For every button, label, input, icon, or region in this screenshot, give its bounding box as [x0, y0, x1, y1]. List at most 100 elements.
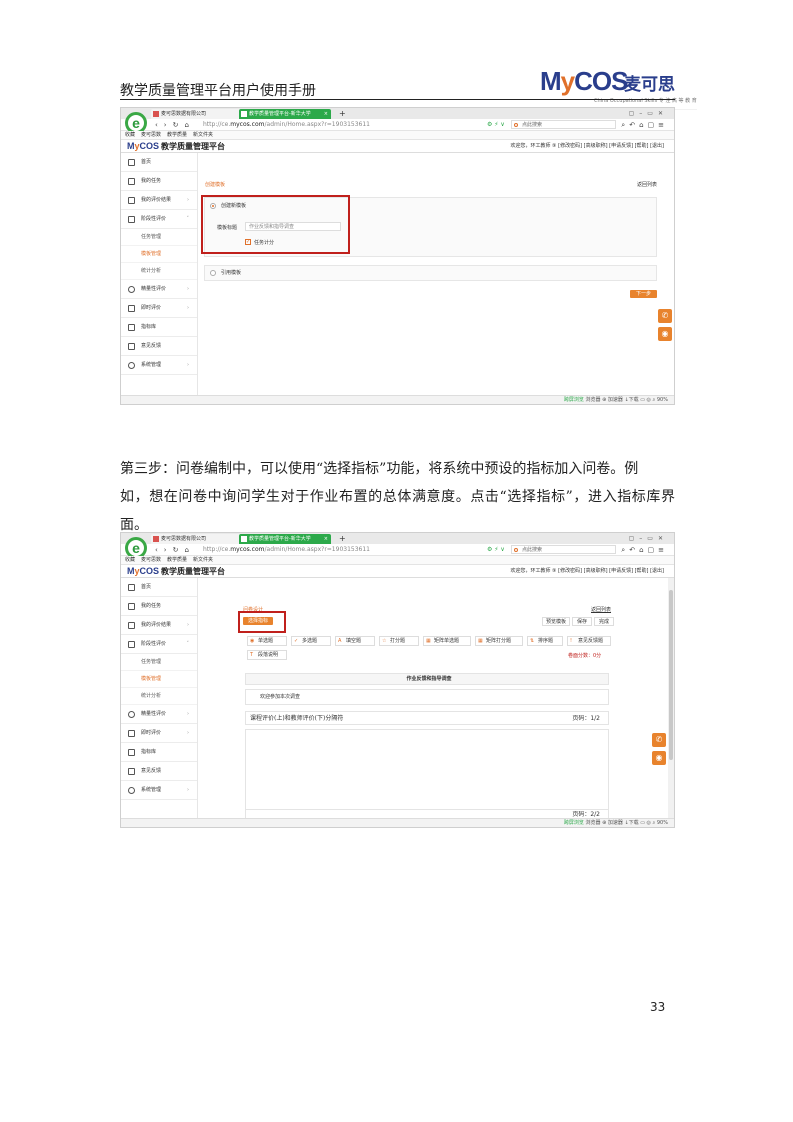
sidebar-sub-statistics[interactable]: 统计分析	[121, 688, 197, 705]
qtype-feedback[interactable]: ! 意见反馈题	[567, 636, 611, 646]
sidebar-item-system[interactable]: 系统管理 ›	[121, 781, 197, 800]
sidebar-item-system[interactable]: 系统管理 ›	[121, 356, 197, 375]
bookmark[interactable]: 麦可思数	[141, 557, 161, 563]
return-list-link[interactable]: 返回列表	[637, 181, 657, 188]
qtype-matrix-single[interactable]: ▦ 矩阵单选题	[423, 636, 471, 646]
browser-tab-2[interactable]: 教学质量管理平台-新华大学 ×	[239, 109, 331, 119]
sidebar-sub-task-mgmt[interactable]: 任务管理	[121, 229, 197, 246]
sidebar-item-indicators[interactable]: 指标库	[121, 318, 197, 337]
qtype-single[interactable]: ◉ 单选题	[247, 636, 287, 646]
tab-label: 教学质量管理平台-新华大学	[249, 111, 311, 117]
qtype-sort[interactable]: ⇅ 排序题	[527, 636, 563, 646]
phone-icon[interactable]: ✆	[652, 733, 666, 747]
new-tab-icon[interactable]: +	[339, 108, 346, 119]
browser-tab-2[interactable]: 教学质量管理平台-新华大学 ×	[239, 534, 331, 544]
window-controls[interactable]: ▢–▭✕	[629, 108, 668, 119]
toolbar-icons[interactable]: ⌕↶⌂▢≡	[621, 544, 668, 556]
bookmark[interactable]: 教学质量	[167, 132, 187, 138]
text-icon: T	[250, 652, 254, 658]
sidebar-item-feedback[interactable]: 意见反馈	[121, 762, 197, 781]
close-icon[interactable]: ×	[324, 534, 328, 544]
bookmark[interactable]: 新文件夹	[193, 557, 213, 563]
scrollbar-thumb[interactable]	[669, 590, 673, 760]
qtype-matrix-score[interactable]: ▦ 矩阵打分题	[475, 636, 523, 646]
qtype-multi[interactable]: ✓ 多选题	[291, 636, 331, 646]
page-indicator: 页码：1/2	[572, 715, 600, 722]
preview-button[interactable]: 预览模板	[542, 617, 570, 626]
browser-tab-1[interactable]: 麦可思数据有限公司×	[151, 109, 246, 119]
sidebar-item-precise-eval[interactable]: 精量性评价 ›	[121, 280, 197, 299]
bookmark[interactable]: 麦可思数	[141, 132, 161, 138]
user-icon	[128, 603, 135, 610]
search-input[interactable]: 点此搜索	[511, 120, 616, 129]
url-field[interactable]: http://ce.mycos.com/admin/Home.aspx?r=19…	[203, 544, 370, 556]
user-bar[interactable]: 欢迎您，环工教师 ⑨ [修改密码] [高级职称] [申请反馈] [帮助] [退出…	[510, 140, 664, 153]
tab-label: 教学质量管理平台-新华大学	[249, 536, 311, 542]
return-list-link[interactable]: 返回列表	[591, 606, 611, 613]
bookmark[interactable]: 教学质量	[167, 557, 187, 563]
sidebar-sub-template-mgmt[interactable]: 模板管理	[121, 671, 197, 688]
sidebar-item-home[interactable]: 首页	[121, 578, 197, 597]
qtype-paragraph[interactable]: T 段落说明	[247, 650, 287, 660]
bookmark[interactable]: 收藏	[125, 132, 135, 138]
sidebar-item-tasks[interactable]: 我的任务	[121, 172, 197, 191]
sidebar-item-results[interactable]: 我的评价结果 ›	[121, 191, 197, 210]
sidebar-sub-task-mgmt[interactable]: 任务管理	[121, 654, 197, 671]
welcome-row[interactable]: 欢迎参加本次调查	[245, 689, 609, 705]
chevron-right-icon: ›	[187, 197, 189, 203]
chat-icon[interactable]: ◉	[658, 327, 672, 341]
star-icon: ☆	[382, 638, 387, 644]
sidebar: 首页 我的任务 我的评价结果 › 阶段性评价 ˅ 任务管理 模板管理 统计分析 精量…	[121, 153, 198, 397]
sidebar-sub-template-mgmt[interactable]: 模板管理	[121, 246, 197, 263]
sidebar-item-indicators[interactable]: 指标库	[121, 743, 197, 762]
qtype-fill[interactable]: A 填空题	[335, 636, 375, 646]
scrollbar[interactable]	[668, 578, 674, 820]
nav-buttons[interactable]: ‹›↻⌂	[155, 544, 195, 556]
phone-icon[interactable]: ✆	[658, 309, 672, 323]
sidebar-item-precise-eval[interactable]: 精量性评价 ›	[121, 705, 197, 724]
save-button[interactable]: 保存	[572, 617, 592, 626]
new-tab-icon[interactable]: +	[339, 533, 346, 544]
speed-icons[interactable]: ⚙ ⚡ ∨	[487, 119, 505, 131]
sidebar-item-stage-eval[interactable]: 阶段性评价 ˅	[121, 635, 197, 654]
toolbar-icons[interactable]: ⌕↶⌂▢≡	[621, 119, 668, 131]
finish-button[interactable]: 完成	[594, 617, 614, 626]
sidebar-item-feedback[interactable]: 意见反馈	[121, 337, 197, 356]
chat-icon[interactable]: ◉	[652, 751, 666, 765]
browser-tab-1[interactable]: 麦可思数据有限公司×	[151, 534, 246, 544]
next-step-button[interactable]: 下一步	[630, 290, 657, 298]
sidebar-item-instant-eval[interactable]: 即时评价 ›	[121, 299, 197, 318]
matrix-icon: ▦	[426, 638, 431, 644]
nav-buttons[interactable]: ‹›↻⌂	[155, 119, 195, 131]
close-icon[interactable]: ×	[324, 109, 328, 119]
sidebar-item-home[interactable]: 首页	[121, 153, 197, 172]
sidebar-item-instant-eval[interactable]: 即时评价 ›	[121, 724, 197, 743]
fill-icon: A	[338, 638, 342, 644]
address-bar: ‹›↻⌂ http://ce.mycos.com/admin/Home.aspx…	[121, 119, 674, 131]
qtype-score[interactable]: ☆ 打分题	[379, 636, 419, 646]
status-bar: 跨屏浏览 浏览器 ⊕ 加速器 ↓下载 ▭ ◎ ⌕ 90%	[121, 395, 674, 404]
sidebar-item-stage-eval[interactable]: 阶段性评价 ˅	[121, 210, 197, 229]
bookmarks-bar: 收藏 麦可思数 教学质量 新文件夹	[121, 131, 674, 140]
window-controls[interactable]: ▢–▭✕	[629, 533, 668, 544]
section-row[interactable]: 课程评价(上)和教师评价(下)分隔符 页码：1/2	[245, 711, 609, 725]
matrix-icon: ▦	[478, 638, 483, 644]
sidebar-item-tasks[interactable]: 我的任务	[121, 597, 197, 616]
user-bar[interactable]: 欢迎您，环工教师 ⑨ [修改密码] [高级职称] [申请反馈] [帮助] [退出…	[510, 565, 664, 578]
questionnaire-body	[245, 729, 609, 809]
speed-icons[interactable]: ⚙ ⚡ ∨	[487, 544, 505, 556]
sidebar-sub-statistics[interactable]: 统计分析	[121, 263, 197, 280]
bookmark[interactable]: 收藏	[125, 557, 135, 563]
status-bar: 跨屏浏览 浏览器 ⊕ 加速器 ↓下载 ▭ ◎ ⌕ 90%	[121, 818, 674, 827]
radio-cite-template[interactable]	[210, 270, 216, 276]
cite-template-panel	[204, 265, 657, 281]
create-template-link[interactable]: 创建模板	[205, 181, 225, 188]
url-field[interactable]: http://ce.mycos.com/admin/Home.aspx?r=19…	[203, 119, 370, 131]
screenshot-create-template: 麦可思数据有限公司× 教学质量管理平台-新华大学 × + ▢–▭✕ ‹›↻⌂ ht…	[120, 107, 675, 405]
radio-icon: ◉	[250, 638, 255, 644]
bookmark[interactable]: 新文件夹	[193, 132, 213, 138]
sidebar-item-results[interactable]: 我的评价结果 ›	[121, 616, 197, 635]
total-score: 卷面分数：0分	[568, 653, 602, 659]
document-title: 教学质量管理平台用户使用手册	[120, 83, 316, 99]
search-input[interactable]: 点此搜索	[511, 545, 616, 554]
